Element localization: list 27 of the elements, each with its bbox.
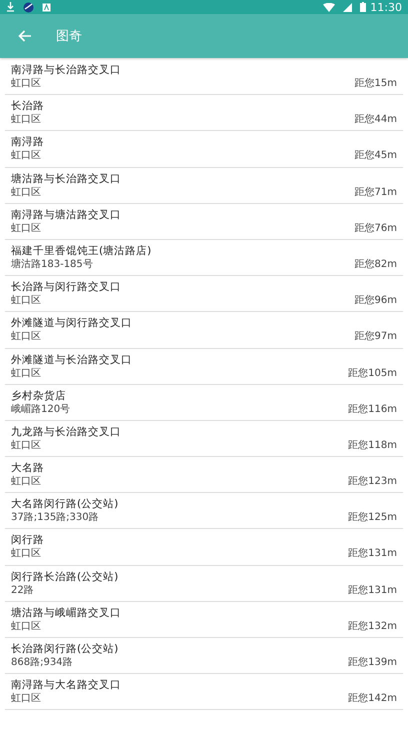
place-item[interactable]: 福建千里香馄饨王(塘沽路店) 塘沽路183-185号 距您82m [5,240,403,276]
place-item[interactable]: 长治路与闵行路交叉口 虹口区 距您96m [5,276,403,312]
place-item[interactable]: 南浔路与长治路交叉口 虹口区 距您15m [5,59,403,96]
back-arrow-icon [18,30,32,42]
place-item[interactable]: 南浔路与塘沽路交叉口 虹口区 距您76m [5,204,403,240]
place-item[interactable]: 大名路闵行路(公交站) 37路;135路;330路 距您125m [5,493,403,530]
app-icon [23,2,34,12]
place-item[interactable]: 大名路 虹口区 距您123m [5,457,403,494]
place-item[interactable]: 南浔路与大名路交叉口 虹口区 距您142m [5,674,403,710]
signal-icon [343,2,352,12]
place-item[interactable]: 闵行路 虹口区 距您131m [5,529,403,566]
place-item[interactable]: 南浔路 虹口区 距您45m [5,131,403,168]
status-time: 11:30 [370,0,402,14]
download-icon [6,2,15,12]
place-item[interactable]: 乡村杂货店 峨嵋路120号 距您116m [5,384,403,421]
notification-icon [42,2,51,12]
place-item[interactable]: 长治路闵行路(公交站) 868路;934路 距您139m [5,638,403,674]
place-item[interactable]: 长治路 虹口区 距您44m [5,95,403,132]
place-item[interactable]: 塘沽路与峨嵋路交叉口 虹口区 距您132m [5,602,403,638]
place-item[interactable]: 外滩隧道与长治路交叉口 虹口区 距您105m [5,348,403,385]
place-item[interactable]: 塘沽路与长治路交叉口 虹口区 距您71m [5,168,403,204]
place-item[interactable]: 闵行路长治路(公交站) 22路 距您131m [5,566,403,602]
place-item[interactable]: 外滩隧道与闵行路交叉口 虹口区 距您97m [5,312,403,348]
app-title: 图奇 [56,28,82,45]
wifi-icon [323,2,336,12]
place-item[interactable]: 九龙路与长治路交叉口 虹口区 距您118m [5,420,403,458]
battery-icon [360,2,366,12]
